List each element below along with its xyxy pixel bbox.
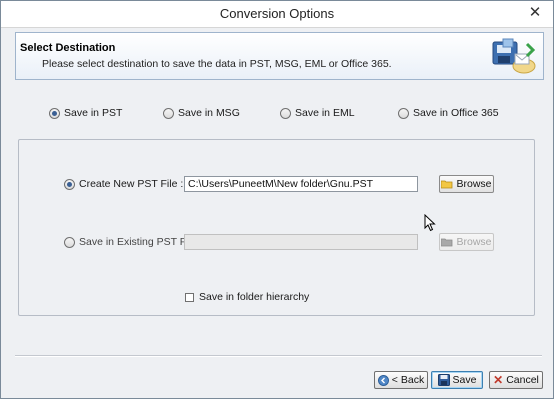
save-destination-icon xyxy=(492,38,536,74)
back-button[interactable]: < Back xyxy=(374,371,428,389)
mouse-cursor-icon xyxy=(424,214,436,232)
option-save-msg-label: Save in MSG xyxy=(178,107,240,119)
back-arrow-icon xyxy=(377,374,389,386)
create-new-pst-option[interactable]: Create New PST File : xyxy=(64,178,183,190)
new-pst-path-input[interactable] xyxy=(184,176,418,192)
footer-separator xyxy=(15,355,542,357)
option-save-office365[interactable]: Save in Office 365 xyxy=(398,105,499,121)
destination-options: Save in PST Save in MSG Save in EML Save… xyxy=(7,105,547,123)
folder-icon xyxy=(441,180,453,188)
pst-options-panel: Create New PST File : Browse Save in Exi… xyxy=(18,139,535,316)
radio-create-new-pst[interactable] xyxy=(64,178,75,190)
header-banner: Select Destination Please select destina… xyxy=(15,32,544,80)
option-save-msg[interactable]: Save in MSG xyxy=(163,105,240,121)
radio-save-eml[interactable] xyxy=(280,107,291,119)
cancel-x-icon: ✕ xyxy=(493,373,504,387)
title-bar: Conversion Options ✕ xyxy=(1,1,553,28)
existing-pst-path-input[interactable] xyxy=(184,234,418,250)
folder-hierarchy-option[interactable]: Save in folder hierarchy xyxy=(185,291,309,303)
dialog-body: Select Destination Please select destina… xyxy=(7,28,547,392)
existing-pst-option[interactable]: Save in Existing PST File : xyxy=(64,236,203,248)
save-button-label: Save xyxy=(452,374,477,386)
close-icon[interactable]: ✕ xyxy=(526,4,544,22)
cancel-button[interactable]: ✕ Cancel xyxy=(489,371,543,389)
radio-save-msg[interactable] xyxy=(163,107,174,119)
header-subtitle: Please select destination to save the da… xyxy=(42,58,392,70)
radio-save-office365[interactable] xyxy=(398,107,409,119)
option-save-office365-label: Save in Office 365 xyxy=(413,107,499,119)
folder-hierarchy-checkbox[interactable] xyxy=(185,292,194,302)
browse-existing-pst-button[interactable]: Browse xyxy=(439,233,494,251)
radio-save-pst[interactable] xyxy=(49,107,60,119)
option-save-eml-label: Save in EML xyxy=(295,107,355,119)
browse-new-pst-button[interactable]: Browse xyxy=(439,175,494,193)
footer-buttons: < Back Save ✕ Cancel xyxy=(7,371,547,391)
header-title: Select Destination xyxy=(20,42,116,54)
floppy-save-icon xyxy=(437,374,450,386)
back-button-label: < Back xyxy=(391,374,425,386)
option-save-pst-label: Save in PST xyxy=(64,107,123,119)
browse-existing-pst-label: Browse xyxy=(456,236,492,248)
folder-hierarchy-label: Save in folder hierarchy xyxy=(199,291,310,303)
save-button[interactable]: Save xyxy=(431,371,483,389)
cancel-button-label: Cancel xyxy=(506,374,539,386)
browse-new-pst-label: Browse xyxy=(456,178,492,190)
radio-existing-pst[interactable] xyxy=(64,236,75,248)
conversion-options-window: Conversion Options ✕ Select Destination … xyxy=(0,0,554,399)
create-new-pst-label: Create New PST File : xyxy=(79,178,184,190)
window-title: Conversion Options xyxy=(219,6,335,21)
folder-icon xyxy=(441,238,453,246)
option-save-eml[interactable]: Save in EML xyxy=(280,105,355,121)
option-save-pst[interactable]: Save in PST xyxy=(49,105,122,121)
